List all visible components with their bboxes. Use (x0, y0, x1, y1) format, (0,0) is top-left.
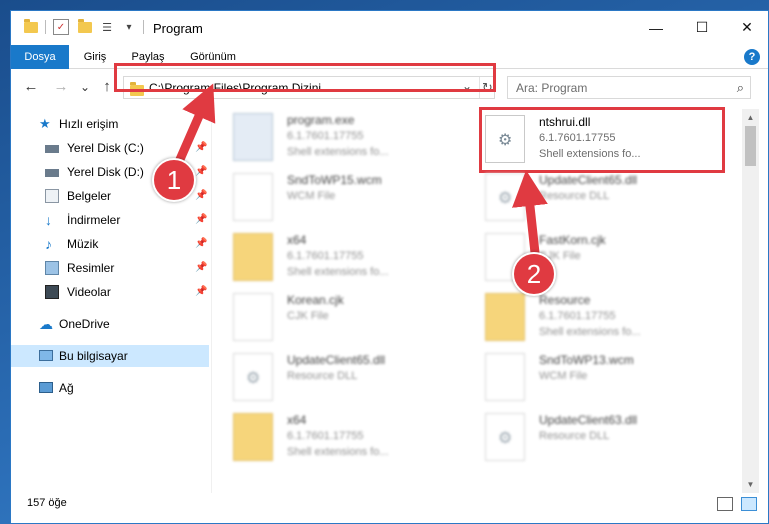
callout-arrows (173, 83, 548, 267)
callout-badge-1: 1 (152, 158, 196, 202)
arrow-to-address-bar (173, 83, 216, 169)
arrow-to-file (512, 170, 548, 267)
callout-badge-2: 2 (512, 252, 556, 296)
